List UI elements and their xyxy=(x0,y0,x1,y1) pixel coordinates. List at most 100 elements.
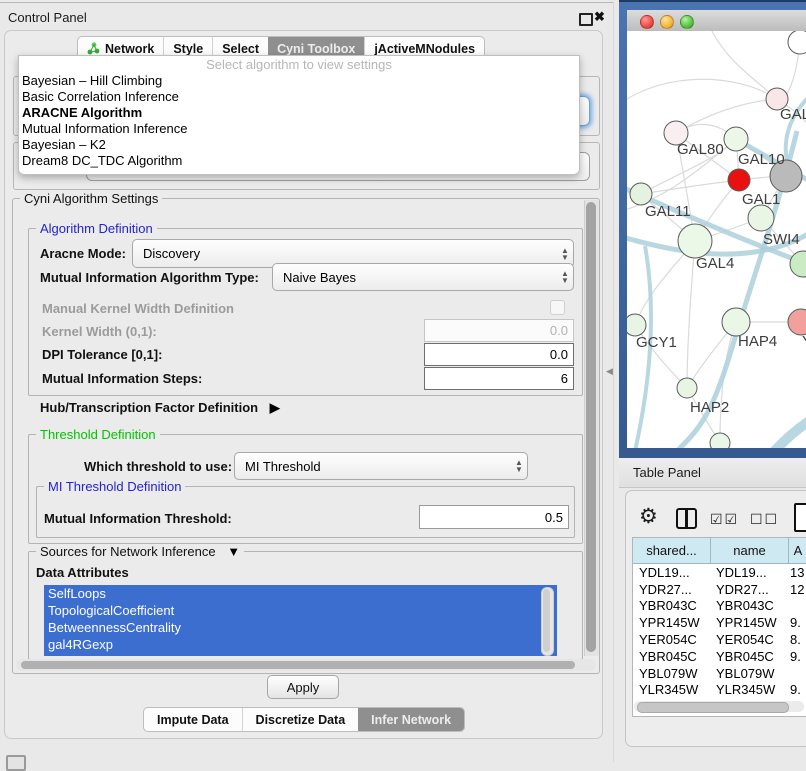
data-attribute-item[interactable]: TopologicalCoefficient xyxy=(44,602,557,619)
network-node[interactable] xyxy=(728,169,750,191)
table-panel-title: Table Panel xyxy=(633,465,701,480)
network-edge xyxy=(786,91,806,161)
table-cell: YBR043C xyxy=(633,598,710,613)
network-graph: GALGAL80GAL10GAL1GAL11SWI4GAL4GCY1HAP4YH… xyxy=(627,31,806,448)
tab-discretize-data[interactable]: Discretize Data xyxy=(242,708,359,731)
select-all-columns-icon[interactable]: ☑☑ xyxy=(710,511,739,528)
network-window-titlebar[interactable] xyxy=(627,10,806,32)
table-cell: YLR345W xyxy=(710,682,787,697)
mi-type-label: Mutual Information Algorithm Type: xyxy=(40,270,259,285)
mi-type-combo[interactable]: Naive Bayes ▲▼ xyxy=(272,263,574,291)
table-cell: YBL079W xyxy=(710,666,787,681)
aracne-mode-label: Aracne Mode: xyxy=(40,246,126,261)
chevron-down-icon: ▼ xyxy=(227,544,240,559)
spinner-arrows-icon: ▲▼ xyxy=(557,270,573,284)
threshold-definition-title: Threshold Definition xyxy=(36,427,160,442)
algorithm-option[interactable]: Dream8 DC_TDC Algorithm xyxy=(19,153,579,169)
network-node[interactable] xyxy=(710,433,730,448)
data-attribute-item[interactable]: gal4RGexp xyxy=(44,636,557,653)
column-header-partial[interactable]: A xyxy=(789,538,806,563)
mi-threshold-field[interactable]: 0.5 xyxy=(419,505,569,529)
chevron-right-icon: ▶ xyxy=(270,400,280,416)
mi-steps-label: Mutual Information Steps: xyxy=(42,371,202,386)
mi-threshold-group-title: MI Threshold Definition xyxy=(44,479,185,494)
network-node[interactable] xyxy=(678,224,712,258)
table-row[interactable]: YDL19...YDL19...13 xyxy=(633,564,806,581)
table-row[interactable]: YPR145WYPR145W9. xyxy=(633,614,806,631)
network-node[interactable] xyxy=(788,31,806,54)
network-node[interactable] xyxy=(722,308,750,336)
hub-definition-toggle[interactable]: Hub/Transcription Factor Definition ▶ xyxy=(40,400,280,416)
spinner-arrows-icon: ▲▼ xyxy=(511,459,527,473)
float-window-icon[interactable] xyxy=(579,13,593,26)
dpi-tolerance-label: DPI Tolerance [0,1]: xyxy=(42,347,162,362)
minimized-panel-icon[interactable] xyxy=(6,755,26,771)
dpi-tolerance-field[interactable]: 0.0 xyxy=(424,343,574,366)
mi-threshold-label: Mutual Information Threshold: xyxy=(44,511,232,526)
table-row[interactable]: YBL079WYBL079W xyxy=(633,665,806,682)
settings-vertical-thumb[interactable] xyxy=(586,202,596,652)
node-label: Y xyxy=(802,333,806,350)
close-icon[interactable]: ✖ xyxy=(594,9,605,25)
table-horizontal-thumb[interactable] xyxy=(637,702,789,713)
which-threshold-value: MI Threshold xyxy=(235,459,511,474)
sources-group-toggle[interactable]: Sources for Network Inference ▼ xyxy=(36,544,244,559)
network-node[interactable] xyxy=(748,205,774,231)
spinner-arrows-icon: ▲▼ xyxy=(557,247,573,261)
table-row[interactable]: YER054CYER054C8. xyxy=(633,631,806,648)
data-attribute-item[interactable]: SelfLoops xyxy=(44,585,557,602)
algorithm-popup-placeholder: Select algorithm to view settings xyxy=(19,56,579,73)
columns-icon[interactable] xyxy=(676,508,697,529)
node-label: GCY1 xyxy=(636,334,677,351)
apply-button[interactable]: Apply xyxy=(267,675,339,699)
column-header-name[interactable]: name xyxy=(711,538,789,563)
network-node[interactable] xyxy=(790,251,806,277)
table-cell: YDR27... xyxy=(710,582,787,597)
scrollbar-thumb[interactable] xyxy=(543,589,550,652)
settings-horizontal-thumb[interactable] xyxy=(21,661,575,669)
tab-infer-network[interactable]: Infer Network xyxy=(358,708,464,731)
table-header-row: shared... name A xyxy=(633,538,806,564)
table-cell: YDL19... xyxy=(633,565,710,580)
table-row[interactable]: YBR045CYBR045C9. xyxy=(633,648,806,665)
document-icon[interactable] xyxy=(794,503,806,532)
algorithm-option[interactable]: Bayesian – Hill Climbing xyxy=(19,73,579,89)
network-node[interactable] xyxy=(788,309,806,335)
algorithm-option[interactable]: Basic Correlation Inference xyxy=(19,89,579,105)
hub-definition-label: Hub/Transcription Factor Definition xyxy=(40,400,258,415)
node-label: GAL1 xyxy=(742,191,780,208)
gear-icon[interactable]: ⚙ xyxy=(639,504,658,529)
data-attribute-item[interactable]: BetweennessCentrality xyxy=(44,619,557,636)
which-threshold-combo[interactable]: MI Threshold ▲▼ xyxy=(234,452,528,480)
network-node[interactable] xyxy=(627,314,646,336)
tab-impute-data[interactable]: Impute Data xyxy=(144,708,242,731)
splitter-collapse-icon[interactable]: ◀ xyxy=(606,366,613,377)
algorithm-option[interactable]: Bayesian – K2 xyxy=(19,137,579,153)
deselect-all-columns-icon[interactable]: ☐☐ xyxy=(750,511,779,528)
manual-kernel-checkbox[interactable] xyxy=(550,300,565,315)
close-traffic-light[interactable] xyxy=(640,15,654,29)
table-cell: 13 xyxy=(787,565,806,580)
table-cell: 9. xyxy=(787,615,806,630)
attributes-list-scrollbar[interactable] xyxy=(541,587,554,656)
which-threshold-label: Which threshold to use: xyxy=(84,459,232,474)
table-row[interactable]: YBR043CYBR043C xyxy=(633,598,806,615)
algorithm-option[interactable]: ARACNE Algorithm xyxy=(19,105,579,121)
minimize-traffic-light[interactable] xyxy=(660,15,674,29)
algorithm-option[interactable]: Mutual Information Inference xyxy=(19,121,579,137)
network-view-canvas[interactable]: GALGAL80GAL10GAL1GAL11SWI4GAL4GCY1HAP4YH… xyxy=(627,31,806,448)
table-row[interactable]: YIL053CYIL053C9 xyxy=(633,698,806,699)
table-row[interactable]: YLR345WYLR345W9. xyxy=(633,682,806,699)
column-header-shared-name[interactable]: shared... xyxy=(633,538,711,563)
network-node[interactable] xyxy=(724,127,748,151)
network-node[interactable] xyxy=(630,183,652,205)
table-cell: YER054C xyxy=(710,632,787,647)
node-label: GAL80 xyxy=(677,141,724,158)
kernel-width-field[interactable]: 0.0 xyxy=(424,319,574,342)
mi-steps-field[interactable]: 6 xyxy=(424,367,574,390)
node-label: GAL xyxy=(780,106,806,123)
table-row[interactable]: YDR27...YDR27...12 xyxy=(633,581,806,598)
zoom-traffic-light[interactable] xyxy=(680,15,694,29)
tab-label: Impute Data xyxy=(157,713,229,727)
network-node[interactable] xyxy=(677,378,697,398)
